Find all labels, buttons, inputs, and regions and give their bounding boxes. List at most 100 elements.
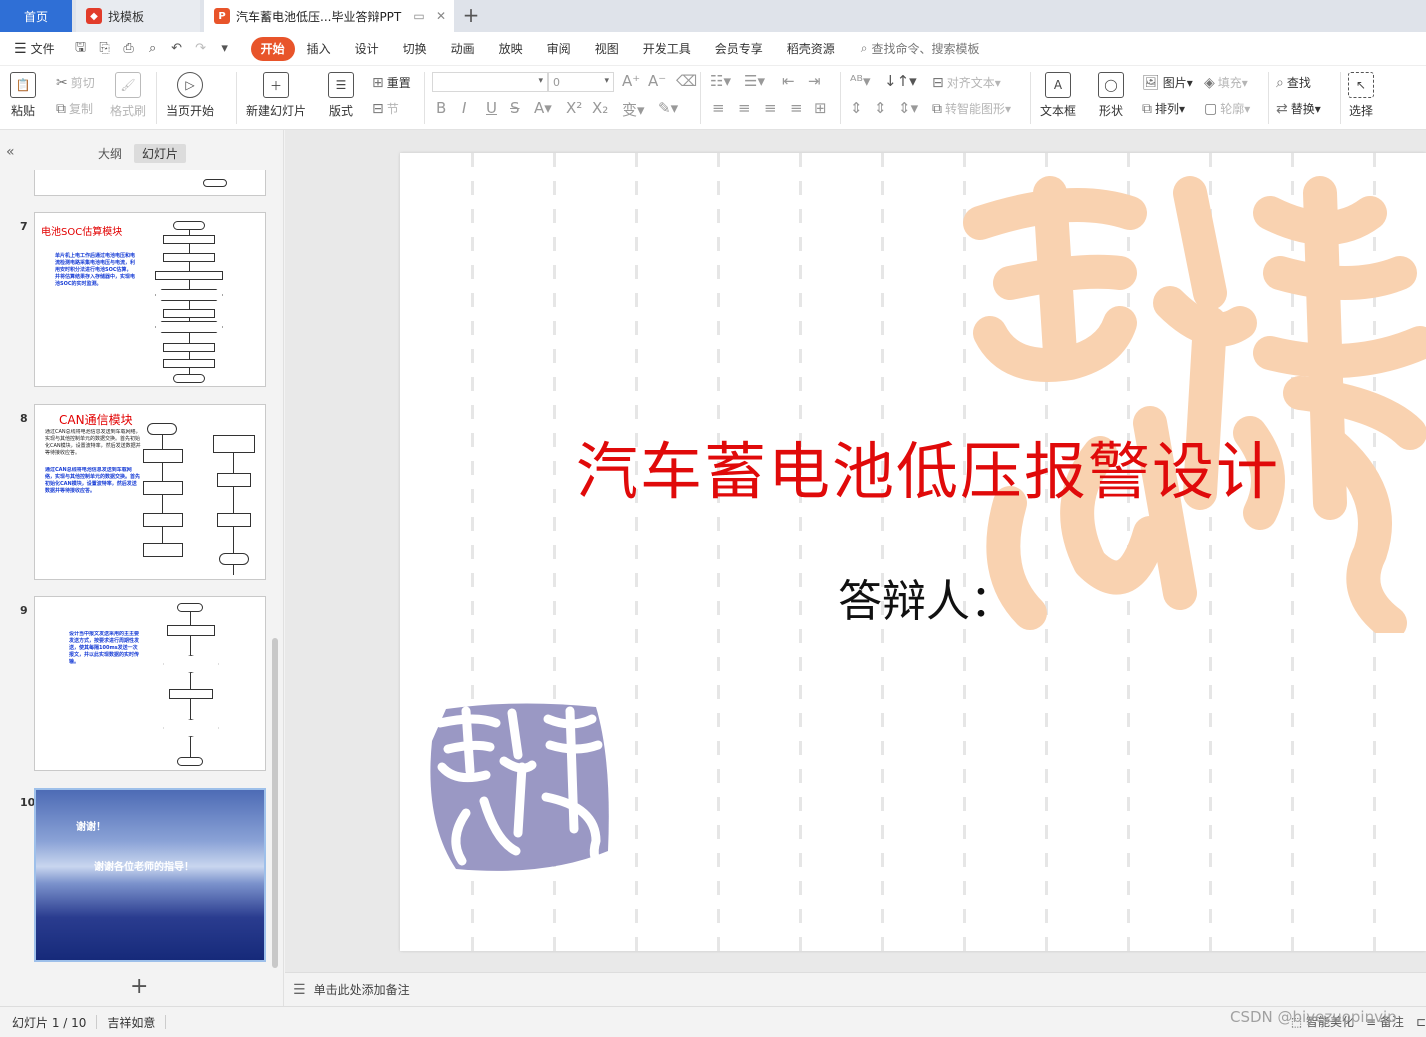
tab-home[interactable]: 首页 (0, 0, 72, 32)
picture-button[interactable]: 🖼 图片 ▾ (1142, 74, 1193, 91)
ribbon-tab-home[interactable]: 开始 (250, 36, 295, 61)
italic-icon[interactable]: I (462, 99, 466, 117)
collapse-panel-icon[interactable]: « (6, 144, 15, 160)
smartart-button[interactable]: ⧉ 转智能图形 ▾ (932, 100, 1011, 117)
line-spacing-icon[interactable]: ⇕ (850, 99, 863, 117)
format-painter-button[interactable]: 🖌 格式刷 (110, 72, 146, 119)
find-button[interactable]: ⌕ 查找 (1276, 74, 1311, 91)
align-right-icon[interactable]: ≡ (764, 99, 777, 117)
ribbon-tab-transitions[interactable]: 切换 (391, 37, 439, 61)
select-button[interactable]: ↖ 选择 (1348, 72, 1374, 119)
numbered-list-icon[interactable]: ☰▾ (744, 72, 765, 90)
tab-slides[interactable]: 幻灯片 (134, 144, 187, 163)
panel-view-tabs: 大纲 幻灯片 (90, 144, 187, 163)
ribbon-tab-animation[interactable]: 动画 (439, 37, 487, 61)
slide-thumbnail[interactable]: 设计当中报文发送采用的主主要发送方式，按要求进行周期性发送，使其每隔100ms发… (34, 596, 266, 771)
current-slide[interactable]: 汽车蓄电池低压报警设计 答辩人： (400, 153, 1426, 951)
font-family-select[interactable]: ▾ (432, 72, 548, 92)
start-from-current-button[interactable]: ▷ 当页开始 (166, 72, 214, 119)
ribbon-tab-design[interactable]: 设计 (343, 37, 391, 61)
outline-button[interactable]: ▢ 轮廓 ▾ (1204, 100, 1250, 117)
export-pdf-icon[interactable]: ⎘ (93, 37, 117, 61)
flowchart-decision-node (163, 655, 219, 673)
close-tab-icon[interactable]: ✕ (432, 7, 450, 25)
slide-thumbnail[interactable] (34, 170, 266, 196)
bullet-list-icon[interactable]: ☷▾ (710, 72, 731, 90)
decrease-font-icon[interactable]: A⁻ (648, 72, 666, 90)
distribute-icon[interactable]: ⊞ (814, 99, 827, 117)
ribbon-divider (156, 72, 157, 124)
ribbon-tab-review[interactable]: 审阅 (535, 37, 583, 61)
phonetic-icon[interactable]: 变▾ (622, 99, 645, 120)
flowchart-process-node (163, 253, 215, 262)
increase-font-icon[interactable]: A⁺ (622, 72, 640, 90)
subscript-icon[interactable]: X₂ (592, 99, 608, 117)
theme-name[interactable]: 吉祥如意 (107, 1014, 155, 1031)
increase-indent-icon[interactable]: ⇥ (808, 72, 821, 90)
slide-thumbnail-current[interactable]: 谢谢！ 谢谢各位老师的指导！ (34, 788, 266, 962)
align-text-button[interactable]: ⊟ 对齐文本 ▾ (932, 74, 1001, 91)
arrange-button[interactable]: ⧉ 排列 ▾ (1142, 100, 1185, 117)
chevron-down-icon: ▾ (538, 76, 543, 86)
slide-presenter-label[interactable]: 答辩人： (838, 565, 1014, 629)
ribbon-tab-developer[interactable]: 开发工具 (631, 37, 703, 61)
flowchart-process-node (217, 513, 251, 527)
strikethrough-icon[interactable]: S (510, 99, 520, 117)
print-preview-icon[interactable]: ⌕ (141, 37, 165, 61)
file-menu[interactable]: ☰ 文件 (14, 40, 55, 57)
redo-icon[interactable]: ↷ (189, 37, 213, 61)
ribbon-tab-slideshow[interactable]: 放映 (487, 37, 535, 61)
decrease-indent-icon[interactable]: ⇤ (782, 72, 795, 90)
flowchart-process-node (143, 513, 183, 527)
paragraph-spacing-icon[interactable]: ⇕ (874, 99, 887, 117)
tab-outline[interactable]: 大纲 (90, 144, 130, 163)
print-icon[interactable]: ⎙ (117, 37, 141, 61)
flowchart-process-node (163, 309, 215, 318)
cut-button[interactable]: ✂ 剪切 (56, 74, 95, 91)
save-icon[interactable]: 🖫 (69, 37, 93, 61)
sort-icon[interactable]: ↓↑▾ (884, 72, 917, 90)
new-slide-button[interactable]: ＋ 新建幻灯片 (246, 72, 306, 119)
slide-thumbnail[interactable]: 电池SOC估算模块 单片机上电工作后通过电池电压和电流检测电路采集电池电压与电流… (34, 212, 266, 387)
reset-button[interactable]: ⊞ 重置 (372, 74, 411, 91)
align-left-icon[interactable]: ≡ (712, 99, 725, 117)
speaker-notes-area[interactable]: ☰ 单击此处添加备注 (285, 972, 1426, 1006)
pin-tab-icon[interactable]: ▭ (410, 7, 428, 25)
ribbon-tab-docer[interactable]: 稻壳资源 (775, 37, 847, 61)
add-slide-button[interactable]: + (130, 974, 148, 999)
shapes-button[interactable]: ◯ 形状 (1098, 72, 1124, 119)
new-tab-button[interactable]: + (460, 3, 482, 27)
underline-icon[interactable]: U (486, 99, 497, 117)
slide-title[interactable]: 汽车蓄电池低压报警设计 (576, 421, 1336, 511)
ribbon-tab-member[interactable]: 会员专享 (703, 37, 775, 61)
clear-format-icon[interactable]: ⌫ (676, 72, 697, 90)
bold-icon[interactable]: B (436, 99, 446, 117)
thumbnail-scrollbar[interactable] (272, 638, 278, 968)
fill-button[interactable]: ◈ 填充 ▾ (1204, 74, 1248, 91)
copy-button[interactable]: ⧉ 复制 (56, 100, 93, 117)
view-normal-icon[interactable]: ⊏ (1416, 1015, 1426, 1029)
tab-find-template[interactable]: ◆ 找模板 (76, 0, 200, 32)
command-search[interactable]: ⌕ 查找命令、搜索模板 (861, 40, 980, 57)
customize-toolbar-icon[interactable]: ▾ (213, 37, 237, 61)
undo-icon[interactable]: ↶ (165, 37, 189, 61)
textbox-button[interactable]: A 文本框 (1040, 72, 1076, 119)
align-center-icon[interactable]: ≡ (738, 99, 751, 117)
tab-document[interactable]: P 汽车蓄电池低压...毕业答辩PPT ▭ ✕ (204, 0, 454, 32)
text-direction-icon[interactable]: ᴬᴮ▾ (850, 72, 870, 90)
chevron-down-icon: ▾ (604, 76, 609, 86)
layout-button[interactable]: ☰ 版式 (328, 72, 354, 119)
section-button[interactable]: ⊟ 节 (372, 100, 399, 117)
replace-button[interactable]: ⇄ 替换 ▾ (1276, 100, 1321, 117)
highlight-icon[interactable]: ✎▾ (658, 99, 678, 117)
ribbon-tab-view[interactable]: 视图 (583, 37, 631, 61)
superscript-icon[interactable]: X² (566, 99, 582, 117)
ribbon-tab-insert[interactable]: 插入 (295, 37, 343, 61)
slide-thumbnail[interactable]: CAN通信模块 通过CAN总线将电池信息发送到车载网络，实现与其他控制单元的数据… (34, 404, 266, 580)
justify-icon[interactable]: ≡ (790, 99, 803, 117)
font-color-icon[interactable]: A▾ (534, 99, 552, 117)
spacing-options-icon[interactable]: ⇕▾ (898, 99, 918, 117)
paste-button[interactable]: 📋 粘贴 (10, 72, 36, 119)
font-size-select[interactable]: 0 ▾ (548, 72, 614, 92)
flowchart-decision-node (155, 289, 223, 301)
